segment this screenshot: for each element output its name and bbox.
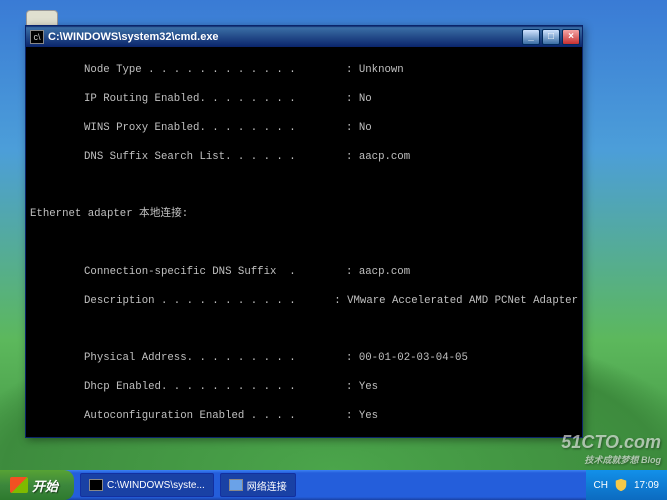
- maximize-button[interactable]: □: [542, 29, 560, 45]
- start-button[interactable]: 开始: [0, 470, 74, 500]
- clock[interactable]: 17:09: [634, 480, 659, 491]
- watermark: 51CTO.com 技术成就梦想 Blog: [561, 432, 661, 466]
- cmd-icon: [89, 479, 103, 491]
- minimize-button[interactable]: _: [522, 29, 540, 45]
- shield-icon: [614, 478, 628, 492]
- cmd-icon: c\: [30, 30, 44, 44]
- taskbar-item-cmd[interactable]: C:\WINDOWS\syste...: [80, 473, 214, 497]
- terminal-output[interactable]: Node Type . . . . . . . . . . . . : Unkn…: [25, 47, 583, 438]
- titlebar[interactable]: c\ C:\WINDOWS\system32\cmd.exe _ □ ×: [25, 25, 583, 47]
- cmd-window: c\ C:\WINDOWS\system32\cmd.exe _ □ × Nod…: [25, 25, 583, 438]
- windows-logo-icon: [10, 477, 28, 493]
- taskbar: 开始 C:\WINDOWS\syste... 网络连接 CH 17:09: [0, 470, 667, 500]
- system-tray[interactable]: CH 17:09: [586, 470, 667, 500]
- taskbar-item-network[interactable]: 网络连接: [220, 473, 296, 497]
- close-button[interactable]: ×: [562, 29, 580, 45]
- language-indicator[interactable]: CH: [594, 480, 608, 491]
- network-icon: [229, 479, 243, 491]
- window-title: C:\WINDOWS\system32\cmd.exe: [48, 31, 522, 43]
